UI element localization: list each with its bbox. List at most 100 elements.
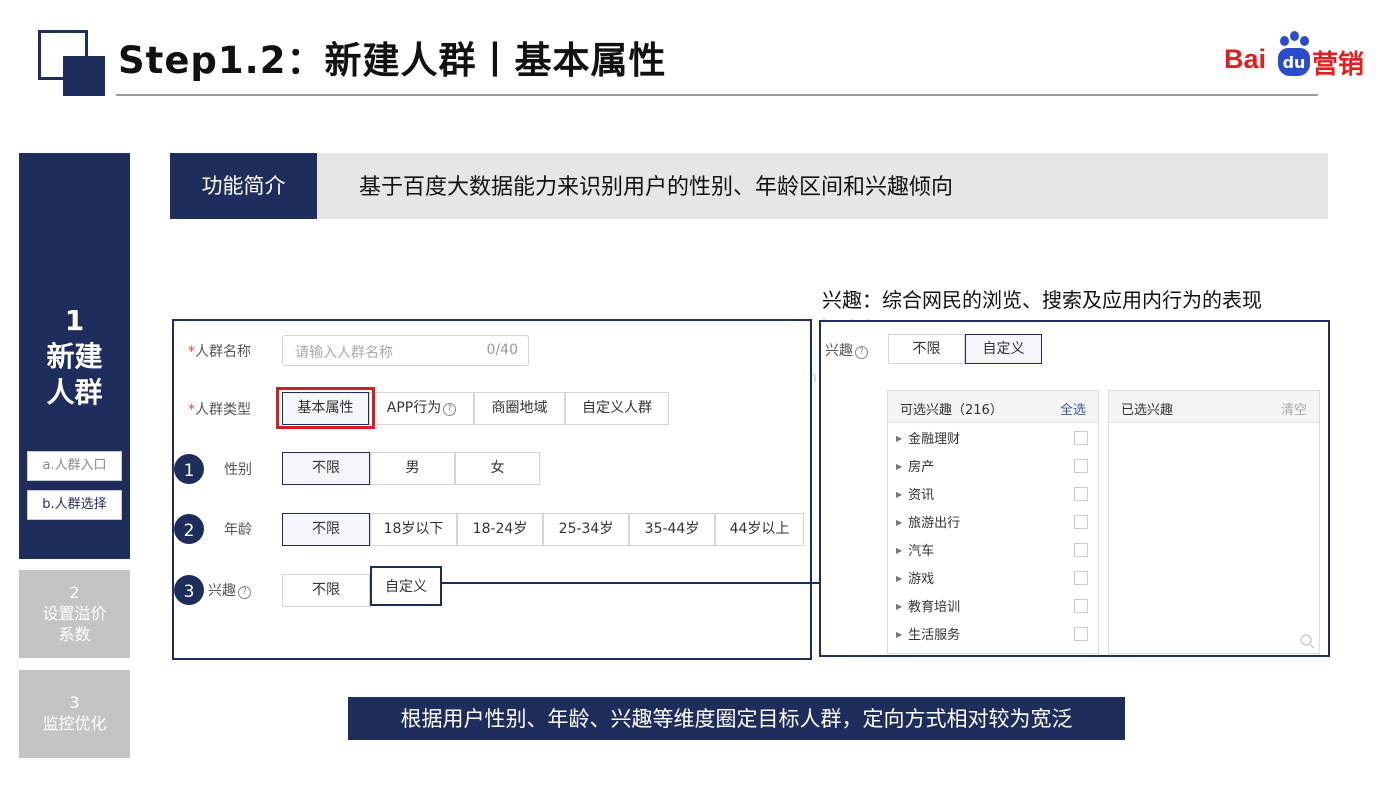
age-option-18-24[interactable]: 18-24岁 (457, 513, 543, 546)
selected-interests-header: 已选兴趣 清空 (1109, 391, 1319, 423)
paw-toe-icon (1300, 36, 1309, 46)
checkbox[interactable] (1074, 571, 1088, 585)
expand-triangle-icon[interactable]: ▶ (896, 574, 902, 583)
interest-panel: 兴趣? 不限 自定义 可选兴趣（216） 全选 ▶ 金融理财 ▶ 房产 ▶ 资讯 ▶ 旅… (819, 320, 1330, 657)
step3-panel[interactable]: 3 监控优化 (19, 670, 130, 758)
selected-interests-box: 已选兴趣 清空 (1108, 390, 1320, 654)
list-item[interactable]: ▶ 教育培训 (896, 596, 1092, 618)
list-item[interactable]: ▶ 生活服务 (896, 624, 1092, 646)
age-option-any[interactable]: 不限 (282, 513, 370, 546)
expand-triangle-icon[interactable]: ▶ (896, 490, 902, 499)
brand-bai-text: Bai (1224, 44, 1267, 74)
interest-item-label: 游戏 (908, 572, 935, 587)
age-option-under-18[interactable]: 18岁以下 (370, 513, 457, 546)
type-label-row: *人群类型 (188, 399, 251, 419)
highlight-box (276, 387, 375, 429)
step-number-badge: 1 (174, 454, 204, 484)
interest-panel-label-row: 兴趣? (825, 340, 868, 360)
step1-sub-select-button[interactable]: b.人群选择 (27, 490, 122, 520)
tab-app-behavior[interactable]: APP行为? (369, 392, 474, 425)
page-title: Step1.2：新建人群丨基本属性 (118, 39, 667, 82)
age-option-25-34[interactable]: 25-34岁 (543, 513, 629, 546)
audience-name-input[interactable]: 请输入人群名称 0/40 (282, 335, 529, 366)
paw-toe-icon (1280, 36, 1289, 46)
intro-banner: 功能简介 基于百度大数据能力来识别用户的性别、年龄区间和兴趣倾向 (170, 153, 1328, 219)
paw-toe-icon (1290, 31, 1299, 41)
step1-sub-entry-button[interactable]: a.人群入口 (27, 451, 122, 481)
checkbox[interactable] (1074, 459, 1088, 473)
interest-item-label: 汽车 (908, 544, 935, 559)
checkbox[interactable] (1074, 543, 1088, 557)
list-item[interactable]: ▶ 房产 (896, 456, 1092, 478)
summary-banner: 根据用户性别、年龄、兴趣等维度圈定目标人群，定向方式相对较为宽泛 (348, 697, 1125, 740)
step-number-badge: 3 (174, 575, 204, 605)
expand-triangle-icon[interactable]: ▶ (896, 462, 902, 471)
help-icon[interactable]: ? (443, 403, 457, 416)
select-all-link[interactable]: 全选 (1060, 399, 1086, 418)
name-char-counter: 0/40 (486, 342, 518, 358)
interest-item-label: 房产 (908, 460, 935, 475)
intro-label: 功能简介 (170, 153, 317, 219)
gender-option-male[interactable]: 男 (370, 452, 455, 485)
header-logo-filled-square (63, 56, 105, 96)
header-divider (116, 94, 1318, 96)
expand-triangle-icon[interactable]: ▶ (896, 546, 902, 555)
zoom-icon (1300, 634, 1315, 649)
gender-label: 性别 (224, 462, 252, 478)
interest-panel-option-any[interactable]: 不限 (888, 334, 965, 364)
checkbox[interactable] (1074, 627, 1088, 641)
list-item[interactable]: ▶ 游戏 (896, 568, 1092, 590)
interest-description: 兴趣：综合网民的浏览、搜索及应用内行为的表现 (822, 288, 1262, 312)
baidu-marketing-logo: Bai du 营销 (1222, 30, 1372, 80)
gender-option-any[interactable]: 不限 (282, 452, 370, 485)
required-mark: * (188, 344, 195, 360)
gender-option-female[interactable]: 女 (455, 452, 540, 485)
interest-panel-label: 兴趣 (825, 343, 853, 359)
age-option-35-44[interactable]: 35-44岁 (629, 513, 715, 546)
tab-custom-audience[interactable]: 自定义人群 (565, 392, 669, 425)
interest-item-label: 金融理财 (908, 432, 961, 447)
available-interests-title: 可选兴趣（216） (900, 403, 1003, 418)
step-number-badge: 2 (174, 514, 204, 544)
interest-panel-option-custom[interactable]: 自定义 (965, 334, 1042, 364)
brand-suffix-text: 营销 (1312, 50, 1365, 80)
brand-du-paw: du (1278, 48, 1310, 76)
help-icon[interactable]: ? (855, 346, 868, 359)
expand-triangle-icon[interactable]: ▶ (896, 602, 902, 611)
step1-title: 1 新建 人群 (46, 304, 103, 409)
interest-item-label: 资讯 (908, 488, 935, 503)
required-mark: * (188, 402, 195, 418)
age-option-over-44[interactable]: 44岁以上 (715, 513, 804, 546)
age-label: 年龄 (224, 522, 252, 538)
checkbox[interactable] (1074, 599, 1088, 613)
checkbox[interactable] (1074, 487, 1088, 501)
name-placeholder: 请输入人群名称 (295, 345, 393, 361)
tab-app-behavior-label: APP行为 (386, 400, 442, 416)
list-item[interactable]: ▶ 资讯 (896, 484, 1092, 506)
type-label: 人群类型 (195, 402, 251, 418)
tab-business-district[interactable]: 商圈地域 (474, 392, 565, 425)
name-label: 人群名称 (195, 344, 251, 360)
selected-interests-title: 已选兴趣 (1121, 403, 1174, 418)
list-item[interactable]: ▶ 旅游出行 (896, 512, 1092, 534)
checkbox[interactable] (1074, 515, 1088, 529)
audience-form-panel: *人群名称 请输入人群名称 0/40 *人群类型 基本属性 APP行为? 商圈地… (172, 319, 856, 660)
checkbox[interactable] (1074, 431, 1088, 445)
list-item[interactable]: ▶ 金融理财 (896, 428, 1092, 450)
connector-arrow-line (442, 582, 854, 584)
list-item[interactable]: ▶ 汽车 (896, 540, 1092, 562)
interest-item-label: 教育培训 (908, 600, 961, 615)
available-interests-box: 可选兴趣（216） 全选 ▶ 金融理财 ▶ 房产 ▶ 资讯 ▶ 旅游出行 ▶ 汽车 ▶ 游戏… (887, 390, 1099, 654)
expand-triangle-icon[interactable]: ▶ (896, 630, 902, 639)
interest-label-row: 兴趣? (208, 580, 251, 600)
expand-triangle-icon[interactable]: ▶ (896, 518, 902, 527)
interest-option-any[interactable]: 不限 (282, 574, 370, 607)
expand-triangle-icon[interactable]: ▶ (896, 434, 902, 443)
help-icon[interactable]: ? (238, 586, 251, 599)
step2-panel[interactable]: 2 设置溢价 系数 (19, 570, 130, 658)
interest-item-label: 旅游出行 (908, 516, 961, 531)
name-label-row: *人群名称 (188, 341, 251, 361)
clear-link[interactable]: 清空 (1281, 399, 1307, 418)
step1-panel: 1 新建 人群 a.人群入口 b.人群选择 (19, 153, 130, 559)
interest-option-custom[interactable]: 自定义 (370, 566, 442, 606)
